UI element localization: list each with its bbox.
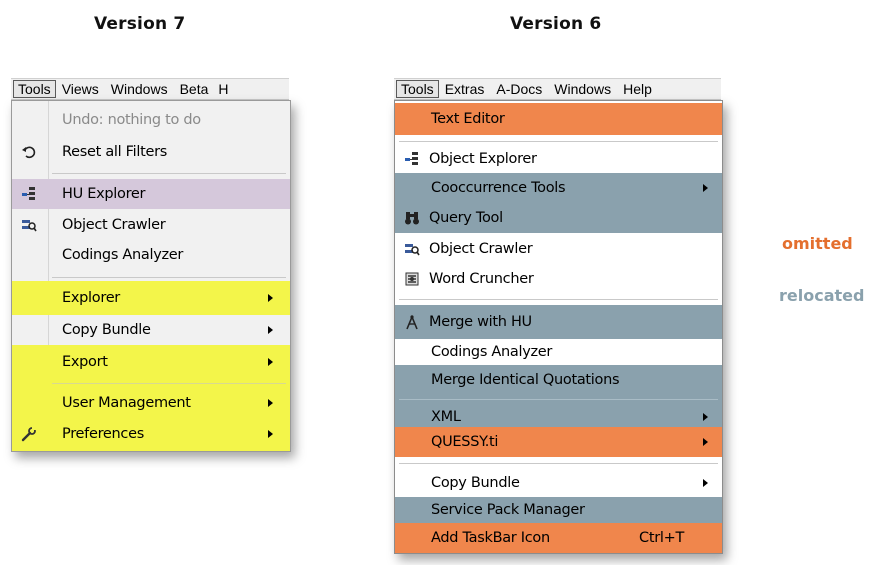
v6-item-codings-analyzer[interactable]: Codings Analyzer xyxy=(395,339,722,365)
submenu-arrow-icon xyxy=(268,326,273,334)
submenu-arrow-icon xyxy=(703,184,708,192)
version-7-heading: Version 7 xyxy=(94,14,186,34)
v6-item-merge-with-hu[interactable]: Merge with HU xyxy=(395,305,722,339)
v7-item-explorer[interactable]: Explorer xyxy=(12,281,290,315)
v7-item-copy-bundle[interactable]: Copy Bundle xyxy=(12,315,290,345)
submenu-arrow-icon xyxy=(268,358,273,366)
v7-item-object-crawler[interactable]: Object Crawler xyxy=(12,211,290,239)
undo-arrow-icon xyxy=(20,143,38,161)
version-6-heading: Version 6 xyxy=(510,14,602,34)
v7-separator-1 xyxy=(52,173,286,174)
v7-menu-views[interactable]: Views xyxy=(56,79,105,99)
v6-item-xml[interactable]: XML xyxy=(395,407,722,427)
v7-item-export[interactable]: Export xyxy=(12,345,290,379)
v7-menu-beta[interactable]: Beta xyxy=(174,79,215,99)
v6-menu-help[interactable]: Help xyxy=(617,79,658,99)
v6-item-object-explorer[interactable]: Object Explorer xyxy=(395,145,722,173)
legend-omitted: omitted xyxy=(782,234,853,253)
v7-menu-help-partial[interactable]: H xyxy=(214,79,234,99)
v6-item-service-pack-manager[interactable]: Service Pack Manager xyxy=(395,497,722,523)
merge-icon xyxy=(403,313,421,331)
v7-tools-menu: Undo: nothing to do Reset all Filters HU… xyxy=(11,100,291,452)
submenu-arrow-icon xyxy=(703,413,708,421)
v7-menu-tools[interactable]: Tools xyxy=(13,80,56,98)
submenu-arrow-icon xyxy=(268,294,273,302)
wrench-icon xyxy=(20,425,38,443)
v7-separator-2 xyxy=(52,277,286,278)
v6-item-word-cruncher[interactable]: Word Cruncher xyxy=(395,265,722,293)
v6-item-cooccurrence-tools[interactable]: Cooccurrence Tools xyxy=(395,173,722,203)
v6-item-add-taskbar-icon[interactable]: Add TaskBar Icon Ctrl+T xyxy=(395,523,722,553)
v6-separator-4 xyxy=(399,463,718,464)
v6-menu-extras[interactable]: Extras xyxy=(439,79,491,99)
v6-tools-menu: Text Editor Object Explorer Cooccurrence… xyxy=(394,100,723,554)
submenu-arrow-icon xyxy=(703,438,708,446)
word-cruncher-icon xyxy=(403,270,421,288)
v7-item-preferences[interactable]: Preferences xyxy=(12,421,290,447)
v7-item-codings-analyzer[interactable]: Codings Analyzer xyxy=(12,241,290,269)
v7-item-hu-explorer[interactable]: HU Explorer xyxy=(12,179,290,209)
submenu-arrow-icon xyxy=(703,479,708,487)
submenu-arrow-icon xyxy=(268,399,273,407)
object-explorer-icon xyxy=(403,150,421,168)
hu-explorer-icon xyxy=(20,185,38,203)
shortcut-ctrl-t: Ctrl+T xyxy=(639,530,685,546)
legend-relocated: relocated xyxy=(779,286,865,305)
v7-menubar: Tools Views Windows Beta H xyxy=(11,78,289,100)
v6-item-merge-identical[interactable]: Merge Identical Quotations xyxy=(395,365,722,395)
v7-item-undo: Undo: nothing to do xyxy=(62,112,201,128)
v7-item-reset-filters[interactable]: Reset all Filters xyxy=(12,139,290,165)
v7-separator-3 xyxy=(52,383,286,384)
object-crawler-icon xyxy=(20,216,38,234)
v6-item-quessy[interactable]: QUESSY.ti xyxy=(395,427,722,457)
submenu-arrow-icon xyxy=(268,430,273,438)
v6-menu-tools[interactable]: Tools xyxy=(396,80,439,98)
v7-menu-windows[interactable]: Windows xyxy=(105,79,174,99)
binoculars-icon xyxy=(403,209,421,227)
v6-item-copy-bundle[interactable]: Copy Bundle xyxy=(395,471,722,495)
v6-item-object-crawler[interactable]: Object Crawler xyxy=(395,235,722,263)
v6-menubar: Tools Extras A-Docs Windows Help xyxy=(394,78,721,100)
v6-menu-a-docs[interactable]: A-Docs xyxy=(490,79,548,99)
v6-separator-1 xyxy=(399,141,718,142)
v6-separator-2 xyxy=(399,299,718,300)
object-crawler-icon xyxy=(403,240,421,258)
v6-item-text-editor[interactable]: Text Editor xyxy=(395,103,722,135)
v6-separator-3 xyxy=(399,399,718,400)
v7-item-user-management-label[interactable]: User Management xyxy=(12,391,290,415)
v6-menu-windows[interactable]: Windows xyxy=(548,79,617,99)
v6-item-query-tool[interactable]: Query Tool xyxy=(395,203,722,233)
